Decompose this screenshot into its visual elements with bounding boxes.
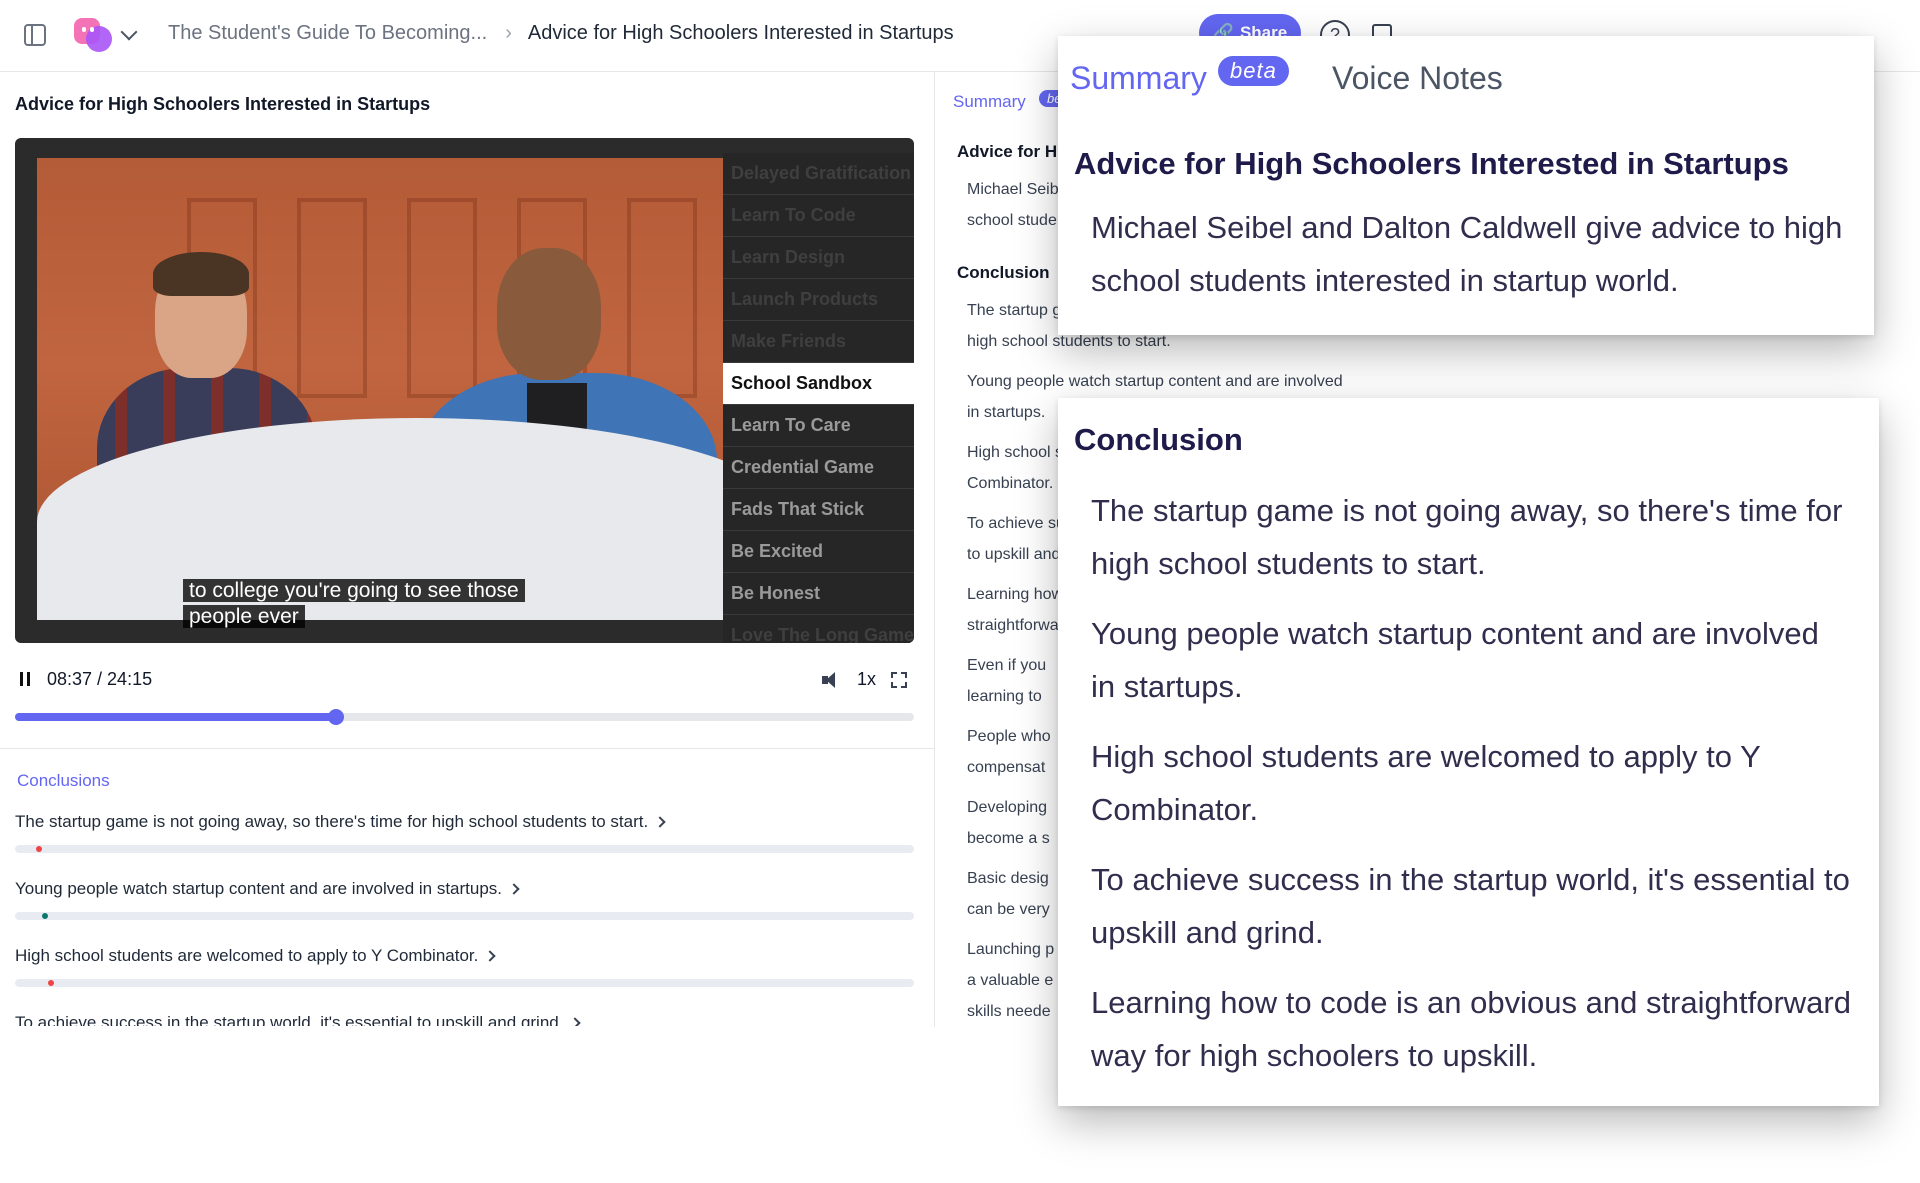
chevron-right-icon <box>569 1017 582 1026</box>
chapter-item[interactable]: Make Friends <box>723 321 914 363</box>
chevron-right-icon <box>484 950 497 962</box>
conclusion-marker[interactable] <box>35 846 42 852</box>
conclusion-points: The startup game is not going away, so t… <box>1091 484 1851 1099</box>
chapter-list: Delayed Gratification Learn To Code Lear… <box>723 153 914 643</box>
video-title: Advice for High Schoolers Interested in … <box>15 94 431 114</box>
fullscreen-icon[interactable] <box>891 672 907 688</box>
conclusion-text: The startup game is not going away, so t… <box>15 812 649 831</box>
summary-point: To achieve success in the startup world,… <box>1091 862 1850 950</box>
app-logo[interactable] <box>74 16 112 54</box>
chapter-item[interactable]: Be Excited <box>723 531 914 573</box>
chapter-item[interactable]: Credential Game <box>723 447 914 489</box>
conclusion-text: To achieve success in the startup world,… <box>15 1013 564 1026</box>
pause-icon[interactable] <box>20 672 30 686</box>
beta-badge: beta <box>1218 56 1289 86</box>
conclusion-item[interactable]: To achieve success in the startup world,… <box>15 1013 914 1026</box>
summary-point: The startup game is not going away, so t… <box>1091 493 1843 581</box>
conclusion-item[interactable]: The startup game is not going away, so t… <box>15 812 914 879</box>
chapter-item[interactable]: Delayed Gratification <box>723 153 914 195</box>
sidebar-toggle-icon[interactable] <box>24 24 46 46</box>
conclusion-section-title: Conclusion <box>1074 422 1243 457</box>
conclusion-item[interactable]: Young people watch startup content and a… <box>15 879 914 946</box>
chapter-item-active[interactable]: School Sandbox <box>723 363 914 405</box>
summary-point: Young people watch startup content and a… <box>1091 616 1819 704</box>
conclusion-timeline[interactable] <box>15 845 914 853</box>
chapter-item[interactable]: Fads That Stick <box>723 489 914 531</box>
conclusion-text: High school students are welcomed to app… <box>15 946 479 965</box>
conclusion-item[interactable]: High school students are welcomed to app… <box>15 946 914 1013</box>
speed-button[interactable]: 1x <box>857 669 876 690</box>
conclusions-heading: Conclusions <box>17 771 110 790</box>
conclusion-marker[interactable] <box>41 913 48 919</box>
summary-zoom-card: Summary beta Voice Notes Advice for High… <box>1058 36 1874 335</box>
chapter-item[interactable]: Learn To Code <box>723 195 914 237</box>
chapter-item[interactable]: Be Honest <box>723 573 914 615</box>
progress-knob[interactable] <box>327 709 344 725</box>
player-controls: 08:37 / 24:15 1x <box>15 668 914 692</box>
chapter-item[interactable]: Launch Products <box>723 279 914 321</box>
divider <box>0 748 934 749</box>
tab-summary[interactable]: Summary <box>1070 60 1207 97</box>
conclusion-zoom-card: Conclusion The startup game is not going… <box>1058 398 1879 1106</box>
video-caption: to college you're going to see those peo… <box>183 578 525 630</box>
chevron-right-icon <box>508 883 520 895</box>
conclusion-marker[interactable] <box>48 980 55 986</box>
time-display: 08:37 / 24:15 <box>47 669 153 689</box>
chevron-right-icon: › <box>505 22 512 44</box>
conclusion-text: Young people watch startup content and a… <box>15 879 503 898</box>
volume-icon[interactable] <box>822 671 844 689</box>
summary-point: Learning how to code is an obvious and s… <box>1091 985 1851 1073</box>
chevron-right-icon <box>654 816 666 828</box>
conclusion-timeline[interactable] <box>15 912 914 920</box>
summary-section-title: Advice for High Schoolers Interested in … <box>1074 146 1789 181</box>
conclusion-timeline[interactable] <box>15 979 914 987</box>
chevron-down-icon[interactable] <box>120 23 138 41</box>
tab-summary[interactable]: Summary <box>953 92 1026 112</box>
caption-line-2: people ever <box>183 605 305 628</box>
tab-voice-notes[interactable]: Voice Notes <box>1332 60 1503 97</box>
chapter-item[interactable]: Love The Long Game <box>723 615 914 643</box>
caption-line-1: to college you're going to see those <box>183 579 525 602</box>
breadcrumb-parent[interactable]: The Student's Guide To Becoming... <box>168 22 487 45</box>
summary-section-text: Michael Seibel and Dalton Caldwell give … <box>1091 210 1843 298</box>
conclusions-list: The startup game is not going away, so t… <box>15 812 914 1026</box>
breadcrumb-current: Advice for High Schoolers Interested in … <box>527 22 954 44</box>
chapter-item[interactable]: Learn Design <box>723 237 914 279</box>
video-frame-image <box>37 158 723 620</box>
progress-fill <box>15 713 336 721</box>
summary-point: High school students are welcomed to app… <box>1091 739 1761 827</box>
chapter-item[interactable]: Learn To Care <box>723 405 914 447</box>
progress-bar[interactable] <box>15 709 914 725</box>
video-player[interactable]: to college you're going to see those peo… <box>15 138 914 643</box>
breadcrumb: The Student's Guide To Becoming... › Adv… <box>168 22 954 45</box>
